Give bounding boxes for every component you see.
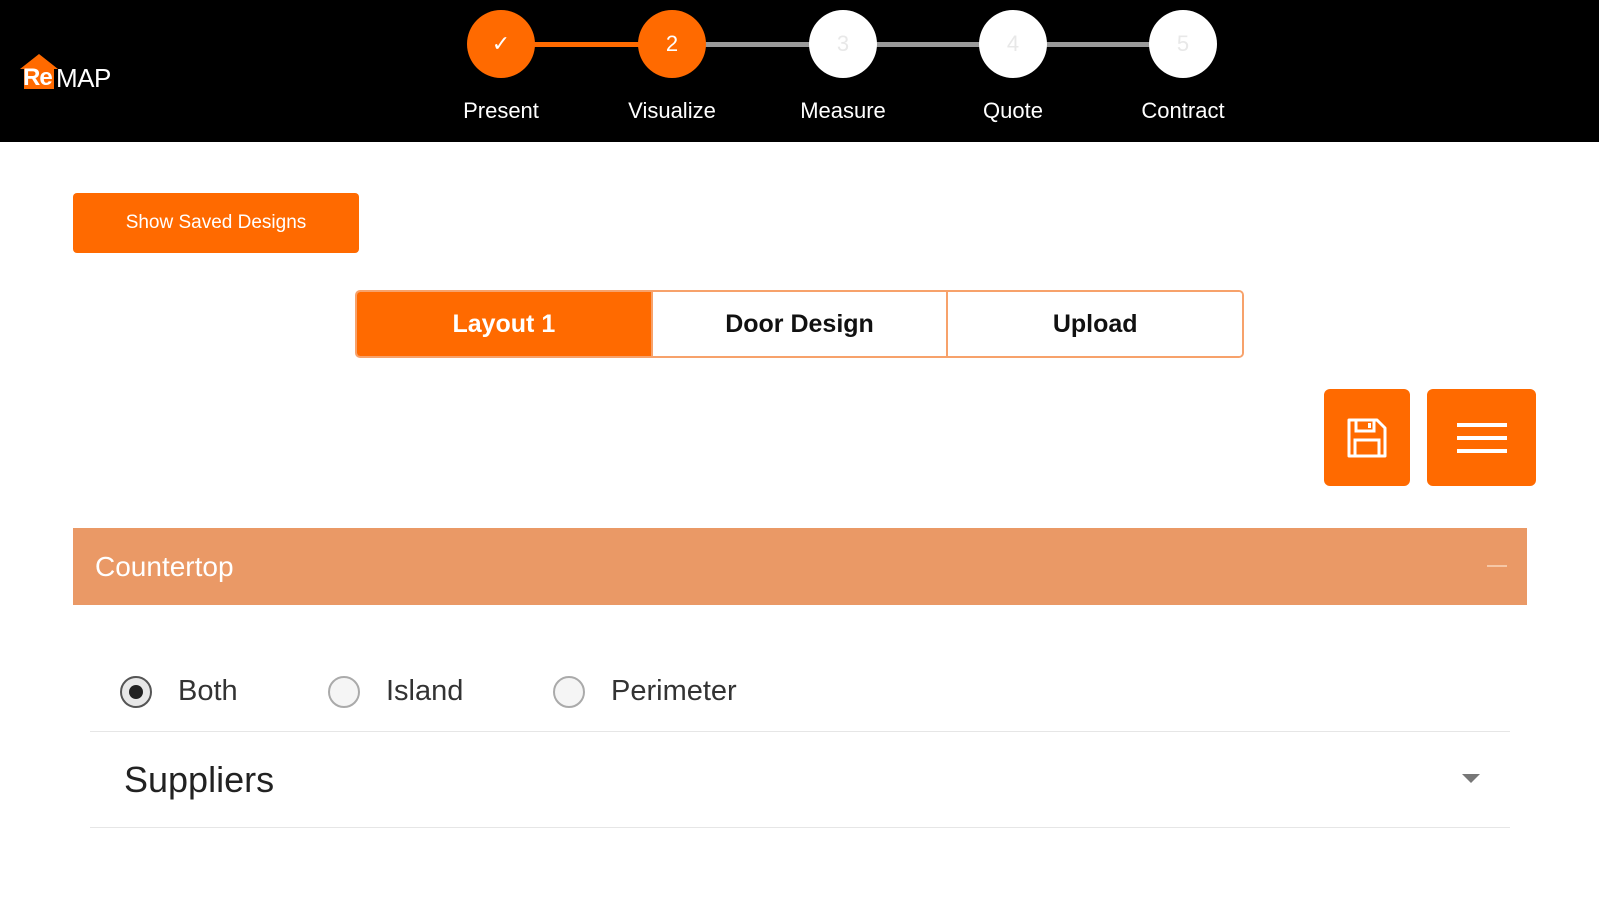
save-button[interactable] (1324, 389, 1410, 486)
radio-unchecked-icon (553, 675, 585, 708)
save-icon (1347, 418, 1387, 457)
hamburger-menu-icon (1456, 422, 1507, 453)
step-visualize[interactable]: 2 Visualize (587, 10, 757, 124)
radio-label: Island (386, 675, 464, 707)
show-saved-designs-button[interactable]: Show Saved Designs (73, 193, 359, 253)
step-number: 3 (809, 10, 877, 78)
step-label: Quote (983, 98, 1043, 123)
radio-label: Perimeter (611, 675, 737, 707)
step-number: 4 (979, 10, 1047, 78)
step-contract[interactable]: 5 Contract (1098, 10, 1268, 124)
step-present[interactable]: ✓ Present (416, 10, 586, 124)
divider (90, 731, 1510, 732)
radio-checked-icon (120, 675, 152, 708)
radio-label: Both (178, 675, 238, 707)
suppliers-label: Suppliers (124, 759, 275, 800)
step-label: Visualize (628, 98, 716, 123)
step-label: Measure (800, 98, 886, 123)
step-quote[interactable]: 4 Quote (928, 10, 1098, 124)
design-tabs: Layout 1 Door Design Upload (355, 290, 1244, 358)
suppliers-dropdown[interactable]: Suppliers (90, 733, 1510, 825)
tab-door-design[interactable]: Door Design (650, 292, 947, 356)
progress-stepper: ✓ Present 2 Visualize 3 Measure 4 Quote … (0, 0, 1599, 142)
countertop-panel-header[interactable]: Countertop (73, 528, 1527, 605)
menu-button[interactable] (1427, 389, 1536, 486)
step-label: Present (463, 98, 539, 123)
radio-unchecked-icon (328, 675, 360, 708)
step-label: Contract (1141, 98, 1225, 123)
step-number: 2 (638, 10, 706, 78)
minus-icon[interactable] (1487, 565, 1507, 567)
tab-upload[interactable]: Upload (946, 292, 1242, 356)
radio-island[interactable]: Island (328, 675, 463, 708)
panel-title: Countertop (95, 550, 234, 582)
top-header: Re MAP ✓ Present 2 Visualize 3 Measure 4… (0, 0, 1599, 142)
countertop-type-radio-group: Both Island Perimeter (120, 675, 1420, 719)
radio-both[interactable]: Both (120, 675, 238, 708)
chevron-down-icon (1462, 774, 1480, 783)
step-number: 5 (1149, 10, 1217, 78)
divider (90, 827, 1510, 828)
check-icon: ✓ (467, 10, 535, 78)
radio-perimeter[interactable]: Perimeter (553, 675, 737, 708)
step-measure[interactable]: 3 Measure (758, 10, 928, 124)
tab-layout-1[interactable]: Layout 1 (357, 292, 651, 356)
